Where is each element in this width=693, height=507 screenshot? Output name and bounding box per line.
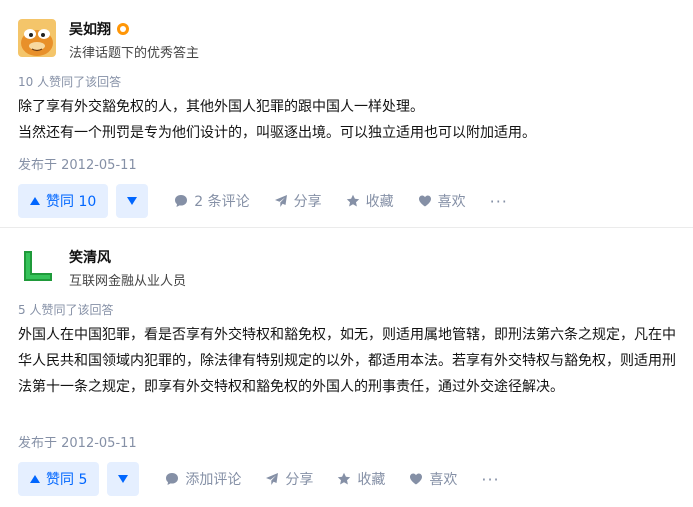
author-name-text[interactable]: 笑清风: [69, 250, 111, 266]
share-label: 分享: [293, 194, 322, 210]
triangle-up-icon: [30, 475, 40, 483]
triangle-up-icon: [30, 197, 40, 205]
heart-icon: [410, 473, 423, 485]
collect-label: 收藏: [357, 472, 386, 488]
collect-button[interactable]: 收藏: [337, 469, 385, 489]
more-button[interactable]: ···: [481, 470, 499, 489]
like-button[interactable]: 喜欢: [409, 469, 457, 489]
share-icon: [274, 195, 287, 207]
comment-label: 2 条评论: [194, 194, 250, 210]
vote-up-button[interactable]: 赞同 10: [18, 184, 109, 218]
comment-label: 添加评论: [185, 472, 242, 488]
star-icon: [338, 472, 351, 485]
more-button[interactable]: ···: [490, 192, 508, 211]
comment-button[interactable]: 添加评论: [165, 469, 241, 489]
star-icon: [346, 194, 359, 207]
collect-button[interactable]: 收藏: [346, 191, 394, 211]
action-bar: 赞同 5 添加评论 分享 收藏 喜欢 ···: [18, 462, 500, 496]
publish-date[interactable]: 发布于 2012-05-11: [18, 154, 137, 173]
vote-down-button[interactable]: [116, 184, 149, 218]
content-paragraph: 当然还有一个刑罚是专为他们设计的，叫驱逐出境。可以独立适用也可以附加适用。: [18, 125, 536, 141]
comment-icon: [166, 473, 179, 485]
comment-icon: [175, 195, 188, 207]
vote-up-label: 赞同 10: [46, 194, 97, 210]
share-icon: [266, 473, 279, 485]
content-paragraph: 外国人在中国犯罪，看是否享有外交特权和豁免权，如无，则适用属地管辖，即刑法第六条…: [18, 327, 676, 395]
vote-down-button[interactable]: [107, 462, 140, 496]
like-button[interactable]: 喜欢: [418, 191, 466, 211]
vote-up-button[interactable]: 赞同 5: [18, 462, 100, 496]
author-name-text[interactable]: 吴如翔: [69, 22, 111, 38]
author-headline: 法律话题下的优秀答主: [69, 46, 200, 61]
comment-button[interactable]: 2 条评论: [174, 191, 250, 211]
content-paragraph: 除了享有外交豁免权的人，其他外国人犯罪的跟中国人一样处理。: [18, 99, 424, 115]
answer-content: 外国人在中国犯罪，看是否享有外交特权和豁免权，如无，则适用属地管辖，即刑法第六条…: [18, 322, 680, 400]
like-label: 喜欢: [437, 194, 466, 210]
heart-icon: [418, 195, 431, 207]
vote-summary: 10 人赞同了该回答: [18, 75, 122, 89]
share-button[interactable]: 分享: [265, 469, 313, 489]
triangle-down-icon: [118, 475, 129, 483]
like-label: 喜欢: [429, 472, 458, 488]
answer-content: 除了享有外交豁免权的人，其他外国人犯罪的跟中国人一样处理。 当然还有一个刑罚是专…: [18, 94, 680, 146]
vote-up-label: 赞同 5: [46, 472, 88, 488]
avatar[interactable]: [18, 19, 56, 57]
avatar[interactable]: [18, 247, 56, 285]
share-button[interactable]: 分享: [274, 191, 322, 211]
author-name[interactable]: 笑清风: [69, 247, 111, 267]
divider: [0, 227, 693, 228]
publish-date[interactable]: 发布于 2012-05-11: [18, 432, 137, 451]
collect-label: 收藏: [365, 194, 394, 210]
triangle-down-icon: [127, 197, 138, 205]
vote-summary: 5 人赞同了该回答: [18, 303, 114, 317]
share-label: 分享: [285, 472, 314, 488]
author-headline: 互联网金融从业人员: [69, 274, 187, 289]
action-bar: 赞同 10 2 条评论 分享 收藏 喜欢 ···: [18, 184, 508, 218]
star-badge-icon: [117, 23, 129, 35]
author-name[interactable]: 吴如翔: [69, 19, 129, 39]
